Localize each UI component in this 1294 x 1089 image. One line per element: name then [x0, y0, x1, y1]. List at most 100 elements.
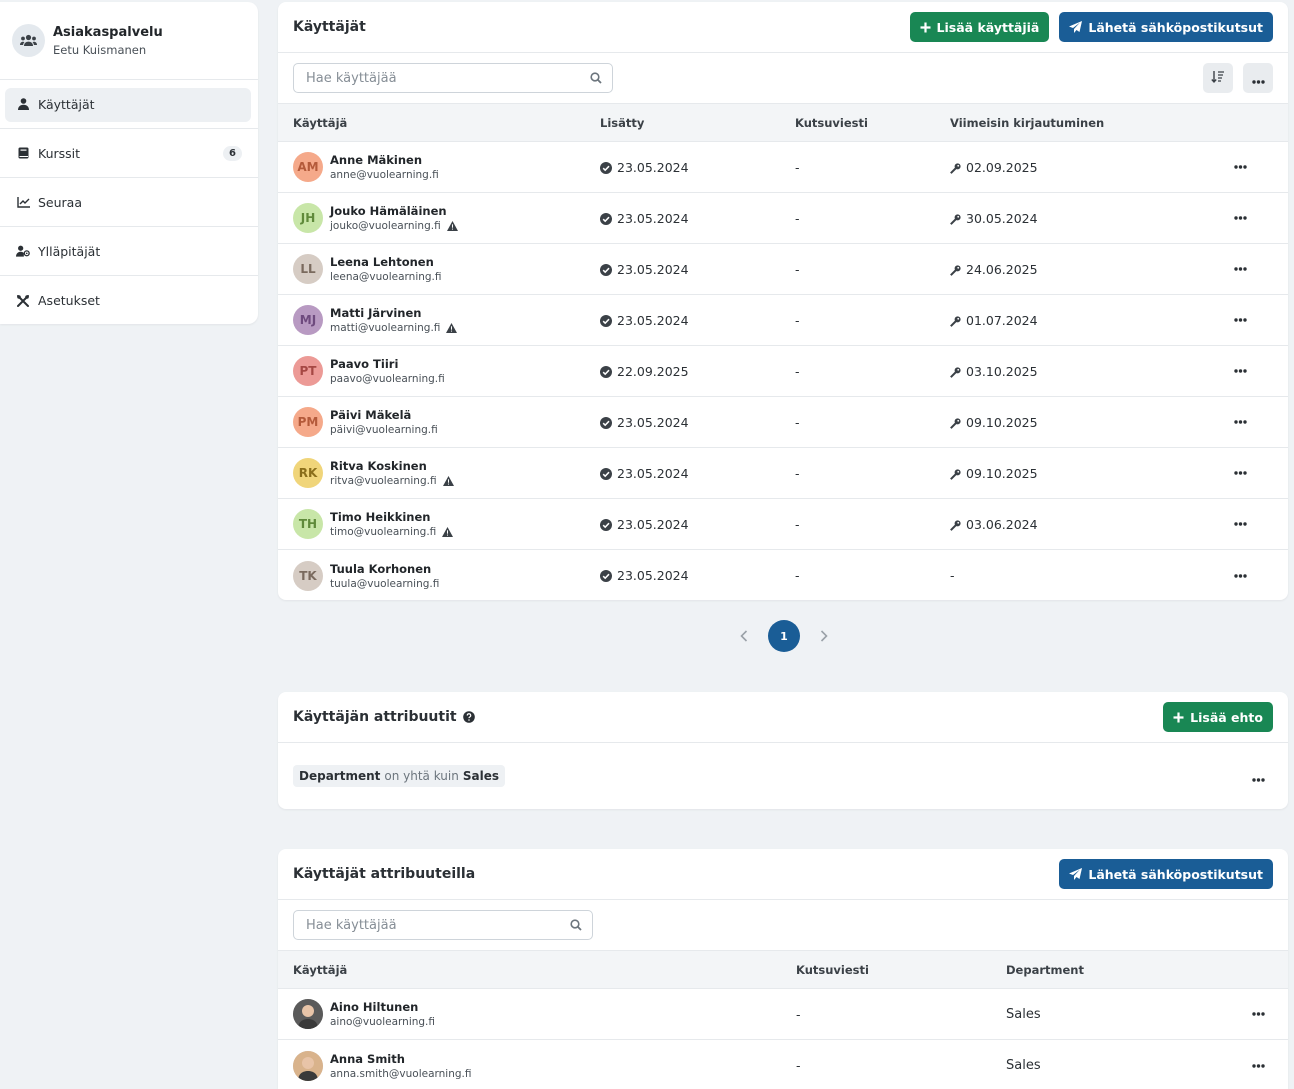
avatar: LL	[293, 254, 323, 284]
user-email: anna.smith@vuolearning.fi	[330, 1067, 472, 1080]
user-search-input[interactable]	[304, 69, 564, 87]
user-name[interactable]: Matti Järvinen	[330, 306, 457, 320]
key-icon	[950, 366, 961, 378]
row-actions-ellipsis-icon[interactable]	[1228, 1012, 1288, 1016]
sidebar-item-follow[interactable]: Seuraa	[0, 178, 258, 227]
add-condition-label: Lisää ehto	[1190, 709, 1263, 725]
key-icon	[950, 417, 961, 429]
key-icon	[950, 213, 961, 225]
chevron-right-icon[interactable]	[820, 627, 828, 646]
user-email: leena@vuolearning.fi	[330, 271, 442, 283]
row-actions-ellipsis-icon[interactable]	[1210, 522, 1270, 526]
table-row[interactable]: Aino Hiltunen aino@vuolearning.fi - Sales	[278, 989, 1288, 1040]
table-row[interactable]: PT Paavo Tiiri paavo@vuolearning.fi 22.09.2…	[278, 346, 1288, 397]
table-row[interactable]: RK Ritva Koskinen ritva@vuolearning.fi 23.0…	[278, 448, 1288, 499]
table-row[interactable]: PM Päivi Mäkelä päivi@vuolearning.fi 23.05.…	[278, 397, 1288, 448]
user-search-box[interactable]	[293, 63, 613, 93]
row-actions-ellipsis-icon[interactable]	[1210, 165, 1270, 169]
table-row[interactable]: JH Jouko Hämäläinen jouko@vuolearning.fi 23…	[278, 193, 1288, 244]
attribute-condition-chip[interactable]: Department on yhtä kuin Sales	[293, 765, 505, 787]
table-row[interactable]: TH Timo Heikkinen timo@vuolearning.fi 23.05…	[278, 499, 1288, 550]
user-name[interactable]: Leena Lehtonen	[330, 255, 442, 269]
add-users-button[interactable]: Lisää käyttäjiä	[909, 12, 1050, 42]
user-name[interactable]: Timo Heikkinen	[330, 510, 453, 524]
user-email: jouko@vuolearning.fi	[330, 220, 441, 232]
send-email-invites-button[interactable]: Lähetä sähköpostikutsut	[1059, 859, 1273, 889]
sort-button[interactable]	[1203, 63, 1233, 93]
org-name: Asiakaspalvelu	[53, 24, 163, 40]
send-email-invites-button[interactable]: Lähetä sähköpostikutsut	[1059, 12, 1273, 42]
attr-users-table-header: Käyttäjä Kutsuviesti Department	[278, 951, 1288, 989]
added-date: 23.05.2024	[617, 465, 689, 481]
table-row[interactable]: LL Leena Lehtonen leena@vuolearning.fi 23.0…	[278, 244, 1288, 295]
question-circle-icon[interactable]	[462, 711, 475, 723]
column-last-login[interactable]: Viimeisin kirjautuminen	[950, 116, 1210, 130]
avatar: PT	[293, 356, 323, 386]
chart-line-icon	[16, 195, 30, 209]
column-invite: Kutsuviesti	[796, 962, 869, 977]
warning-icon	[442, 476, 454, 486]
plus-icon	[1173, 712, 1184, 723]
sidebar-item-admins[interactable]: Ylläpitäjät	[0, 227, 258, 276]
user-name[interactable]: Anna Smith	[330, 1052, 471, 1066]
column-invite[interactable]: Kutsuviesti	[795, 116, 950, 130]
column-user[interactable]: Käyttäjä	[278, 116, 600, 130]
check-circle-icon	[600, 518, 612, 531]
added-date: 22.09.2025	[617, 363, 689, 379]
sidebar: Asiakaspalvelu Eetu Kuismanen Käyttäjät …	[0, 2, 258, 324]
table-row[interactable]: Anna Smith anna.smith@vuolearning.fi - Sale…	[278, 1040, 1288, 1089]
row-actions-ellipsis-icon[interactable]	[1210, 267, 1270, 271]
invite-status: -	[796, 1058, 801, 1073]
sidebar-item-users[interactable]: Käyttäjät	[0, 80, 258, 129]
users-table-header: Käyttäjä Lisätty Kutsuviesti Viimeisin k…	[278, 104, 1288, 142]
ellipsis-icon[interactable]	[1252, 767, 1265, 786]
last-login: 30.05.2024	[966, 210, 1038, 226]
sidebar-item-settings[interactable]: Asetukset	[0, 276, 258, 325]
attr-user-search-input[interactable]	[304, 916, 544, 934]
invite-status: -	[795, 516, 800, 532]
last-login: 03.10.2025	[966, 363, 1038, 379]
check-circle-icon	[600, 416, 612, 429]
row-actions-ellipsis-icon[interactable]	[1210, 369, 1270, 373]
org-user: Eetu Kuismanen	[53, 42, 147, 57]
table-row[interactable]: AM Anne Mäkinen anne@vuolearning.fi 23.05.2…	[278, 142, 1288, 193]
row-actions-ellipsis-icon[interactable]	[1210, 216, 1270, 220]
row-actions-ellipsis-icon[interactable]	[1210, 318, 1270, 322]
row-actions-ellipsis-icon[interactable]	[1210, 573, 1270, 578]
sidebar-item-courses[interactable]: Kurssit 6	[0, 129, 258, 178]
table-row[interactable]: TK Tuula Korhonen tuula@vuolearning.fi 23.0…	[278, 550, 1288, 600]
users-toolbar	[278, 53, 1288, 104]
user-name[interactable]: Anne Mäkinen	[330, 153, 439, 167]
user-name[interactable]: Tuula Korhonen	[330, 562, 439, 576]
add-condition-button[interactable]: Lisää ehto	[1163, 702, 1273, 732]
row-actions-ellipsis-icon[interactable]	[1210, 420, 1270, 424]
page-button-current[interactable]: 1	[768, 620, 800, 652]
org-header[interactable]: Asiakaspalvelu Eetu Kuismanen	[0, 2, 258, 80]
invite-status: -	[795, 159, 800, 175]
add-users-label: Lisää käyttäjiä	[936, 19, 1040, 35]
chevron-left-icon[interactable]	[740, 627, 748, 646]
row-actions-ellipsis-icon[interactable]	[1210, 471, 1270, 475]
table-row[interactable]: MJ Matti Järvinen matti@vuolearning.fi 23.0…	[278, 295, 1288, 346]
column-added[interactable]: Lisätty	[600, 116, 795, 130]
user-email: ritva@vuolearning.fi	[330, 475, 437, 487]
last-login: 03.06.2024	[966, 516, 1038, 532]
user-name[interactable]: Paavo Tiiri	[330, 357, 445, 371]
user-name[interactable]: Ritva Koskinen	[330, 459, 454, 473]
condition-value: Sales	[462, 769, 499, 783]
row-actions-ellipsis-icon[interactable]	[1228, 1063, 1288, 1068]
user-name[interactable]: Päivi Mäkelä	[330, 408, 438, 422]
users-card-header: Käyttäjät Lisää käyttäjiä Lähetä sähköpo…	[278, 2, 1288, 53]
warning-icon	[442, 527, 454, 537]
user-name[interactable]: Aino Hiltunen	[330, 1000, 435, 1014]
added-date: 23.05.2024	[617, 210, 689, 226]
user-email: päivi@vuolearning.fi	[330, 424, 438, 436]
more-options-button[interactable]	[1243, 63, 1273, 93]
user-name[interactable]: Jouko Hämäläinen	[330, 204, 458, 218]
avatar: JH	[293, 203, 323, 233]
avatar: TH	[293, 509, 323, 539]
tools-icon	[16, 294, 30, 308]
last-login: 24.06.2025	[966, 261, 1038, 277]
pagination: 1	[740, 620, 828, 652]
attr-user-search-box[interactable]	[293, 910, 593, 940]
